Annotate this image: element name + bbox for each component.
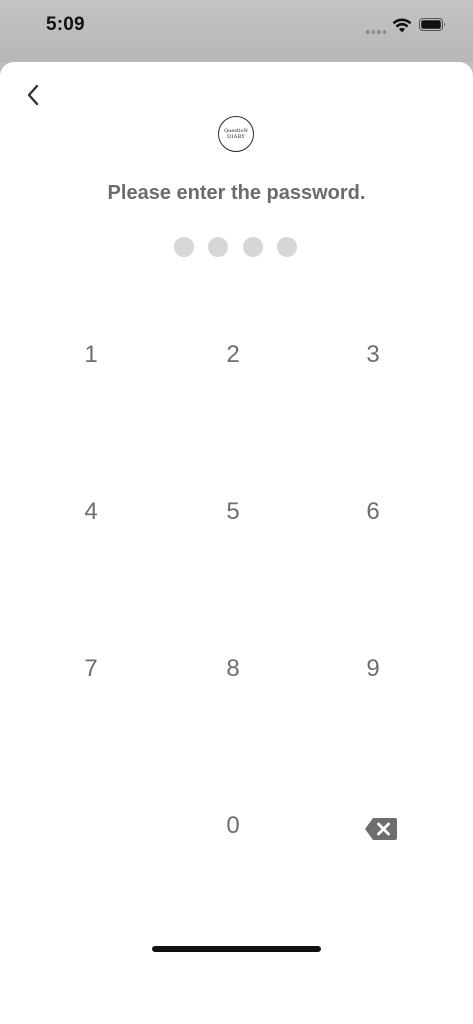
backspace-icon [365,818,397,840]
passcode-dot [208,237,228,257]
cellular-signal-icon [366,28,388,34]
password-prompt: Please enter the password. [107,182,366,204]
status-bar: 5:09 [0,0,473,62]
password-sheet: QuestioN DIARY Please enter the password… [0,62,473,1024]
chevron-left-icon [27,84,39,106]
logo-line2: DIARY [226,134,245,140]
app-logo: QuestioN DIARY [218,116,254,152]
keypad-key-4[interactable]: 4 [26,462,156,562]
keypad-key-2[interactable]: 2 [168,305,298,405]
back-button[interactable] [20,80,46,110]
keypad-key-5[interactable]: 5 [168,462,298,562]
passcode-dot [243,237,263,257]
home-indicator [152,946,321,952]
passcode-dot [174,237,194,257]
keypad-key-9[interactable]: 9 [308,619,438,719]
battery-icon [419,18,445,31]
passcode-dot [277,237,297,257]
keypad-key-8[interactable]: 8 [168,619,298,719]
keypad-delete-button[interactable] [316,779,446,879]
keypad-key-7[interactable]: 7 [26,619,156,719]
keypad-key-0[interactable]: 0 [168,776,298,876]
status-time: 5:09 [46,14,85,35]
wifi-icon [392,18,412,33]
keypad-empty-slot [26,776,156,876]
keypad-key-3[interactable]: 3 [308,305,438,405]
keypad-key-6[interactable]: 6 [308,462,438,562]
passcode-dots [174,237,300,259]
keypad-key-1[interactable]: 1 [26,305,156,405]
